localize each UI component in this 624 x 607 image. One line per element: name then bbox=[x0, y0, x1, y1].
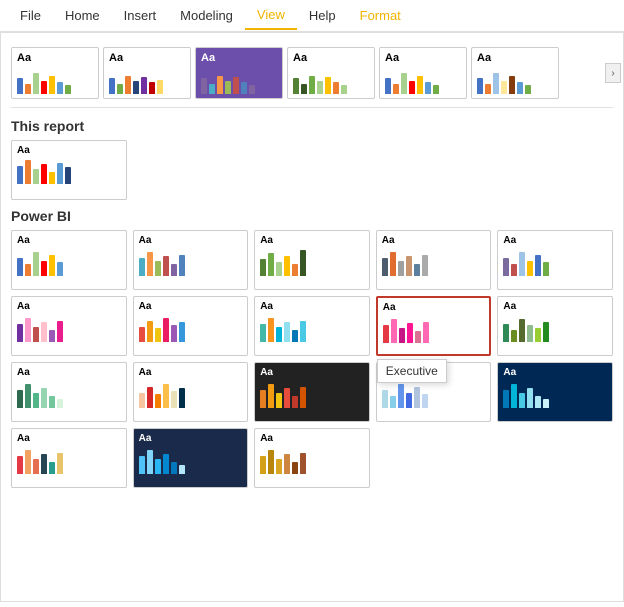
menu-insert[interactable]: Insert bbox=[112, 2, 169, 29]
pbi-theme-pbi11[interactable]: Aa bbox=[11, 362, 127, 422]
pbi-theme-pbi7[interactable]: Aa bbox=[133, 296, 249, 356]
pbi-theme-pbi4[interactable]: Aa bbox=[376, 230, 492, 290]
strip-theme-strip1[interactable]: Aa bbox=[11, 47, 99, 99]
top-strip-themes: AaAaAaAaAaAa bbox=[11, 43, 613, 108]
menu-file[interactable]: File bbox=[8, 2, 53, 29]
pbi-theme-pbi3[interactable]: Aa bbox=[254, 230, 370, 290]
menu-format[interactable]: Format bbox=[348, 2, 413, 29]
menubar: File Home Insert Modeling View Help Form… bbox=[0, 0, 624, 32]
strip-theme-strip6[interactable]: Aa bbox=[471, 47, 559, 99]
pbi-theme-pbi6[interactable]: Aa bbox=[11, 296, 127, 356]
pbi-theme-pbi2[interactable]: Aa bbox=[133, 230, 249, 290]
pbi-theme-pbi14[interactable]: Aa bbox=[376, 362, 492, 422]
menu-home[interactable]: Home bbox=[53, 2, 112, 29]
pbi-theme-pbi12[interactable]: Aa bbox=[133, 362, 249, 422]
strip-theme-strip2[interactable]: Aa bbox=[103, 47, 191, 99]
pbi-theme-pbi8[interactable]: Aa bbox=[254, 296, 370, 356]
pbi-theme-pbi9[interactable]: Aa bbox=[376, 296, 492, 356]
pbi-theme-pbi13[interactable]: Aa bbox=[254, 362, 370, 422]
pbi-theme-pbi18[interactable]: Aa bbox=[254, 428, 370, 488]
pbi-theme-pbi10[interactable]: Aa bbox=[497, 296, 613, 356]
strip-theme-strip3[interactable]: Aa bbox=[195, 47, 283, 99]
power-bi-heading: Power BI bbox=[11, 208, 613, 224]
pbi-theme-pbi17[interactable]: Aa bbox=[133, 428, 249, 488]
pbi-theme-pbi5[interactable]: Aa bbox=[497, 230, 613, 290]
scroll-arrow[interactable]: › bbox=[605, 63, 621, 83]
pbi-theme-pbi16[interactable]: Aa bbox=[11, 428, 127, 488]
pbi-theme-pbi15[interactable]: Aa bbox=[497, 362, 613, 422]
theme-panel: AaAaAaAaAaAa › This report Aa Power BI A… bbox=[0, 32, 624, 602]
this-report-card[interactable]: Aa bbox=[11, 140, 127, 200]
menu-help[interactable]: Help bbox=[297, 2, 348, 29]
power-bi-grid: AaAaAaAaAaAaAaAaAaAaAaAaAaAaAaAaAaAa bbox=[11, 230, 613, 488]
this-report-grid: Aa bbox=[11, 140, 613, 200]
strip-theme-strip5[interactable]: Aa bbox=[379, 47, 467, 99]
menu-modeling[interactable]: Modeling bbox=[168, 2, 245, 29]
pbi-theme-pbi1[interactable]: Aa bbox=[11, 230, 127, 290]
strip-theme-strip4[interactable]: Aa bbox=[287, 47, 375, 99]
menu-view[interactable]: View bbox=[245, 1, 297, 30]
this-report-heading: This report bbox=[11, 118, 613, 134]
